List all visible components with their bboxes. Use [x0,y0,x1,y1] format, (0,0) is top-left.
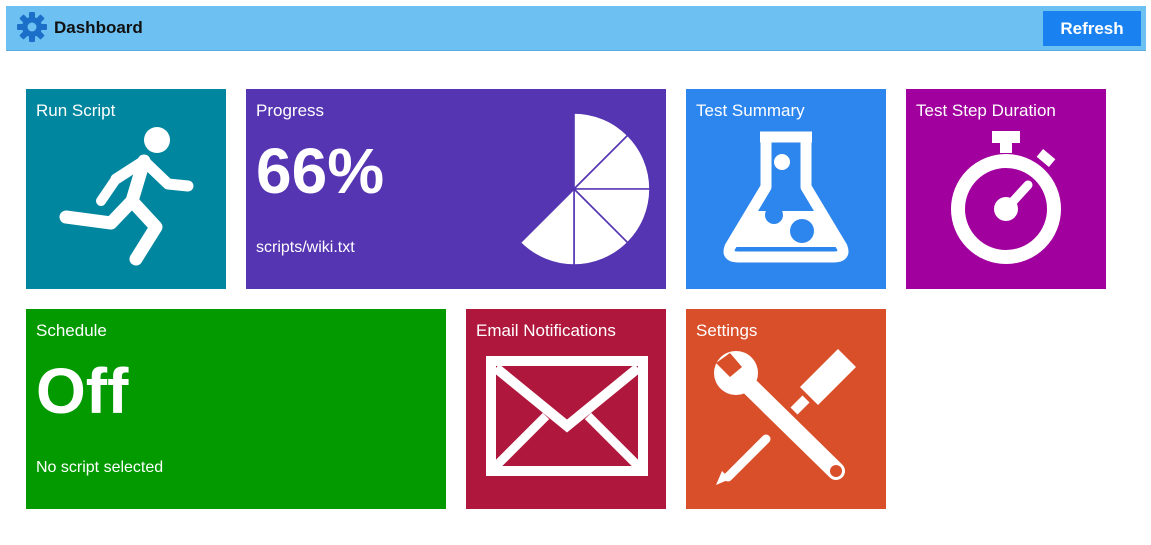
tile-label: Test Step Duration [916,101,1056,120]
tile-label: Progress [256,101,325,120]
tile-run-script[interactable]: Run Script [26,89,226,289]
tile-test-summary[interactable]: Test Summary [686,89,886,289]
tile-label: Schedule [36,321,107,340]
tools-icon [714,349,856,485]
refresh-button[interactable]: Refresh [1043,11,1141,46]
progress-value: 66% [256,135,385,207]
tile-label: Test Summary [696,101,805,120]
schedule-value: Off [36,355,129,427]
progress-file: scripts/wiki.txt [256,239,355,256]
tile-label: Settings [696,321,758,340]
tile-settings[interactable]: Settings [686,309,886,509]
tile-test-step-duration[interactable]: Test Step Duration [906,89,1106,289]
page-title: Dashboard [54,18,143,37]
tile-progress[interactable]: Progress 66% scripts/wiki.txt [246,89,666,289]
tile-label: Email Notifications [476,321,616,340]
schedule-status: No script selected [36,459,164,476]
gear-icon [17,12,47,42]
runner-icon [59,127,194,266]
envelope-icon [486,356,648,476]
tile-schedule[interactable]: Schedule Off No script selected [26,309,446,509]
tile-label: Run Script [36,101,116,120]
flask-icon [723,131,849,263]
stopwatch-icon [951,131,1061,264]
top-bar: Dashboard Refresh [6,6,1146,51]
tile-email-notifications[interactable]: Email Notifications [466,309,666,509]
pie-progress-icon [519,112,651,266]
